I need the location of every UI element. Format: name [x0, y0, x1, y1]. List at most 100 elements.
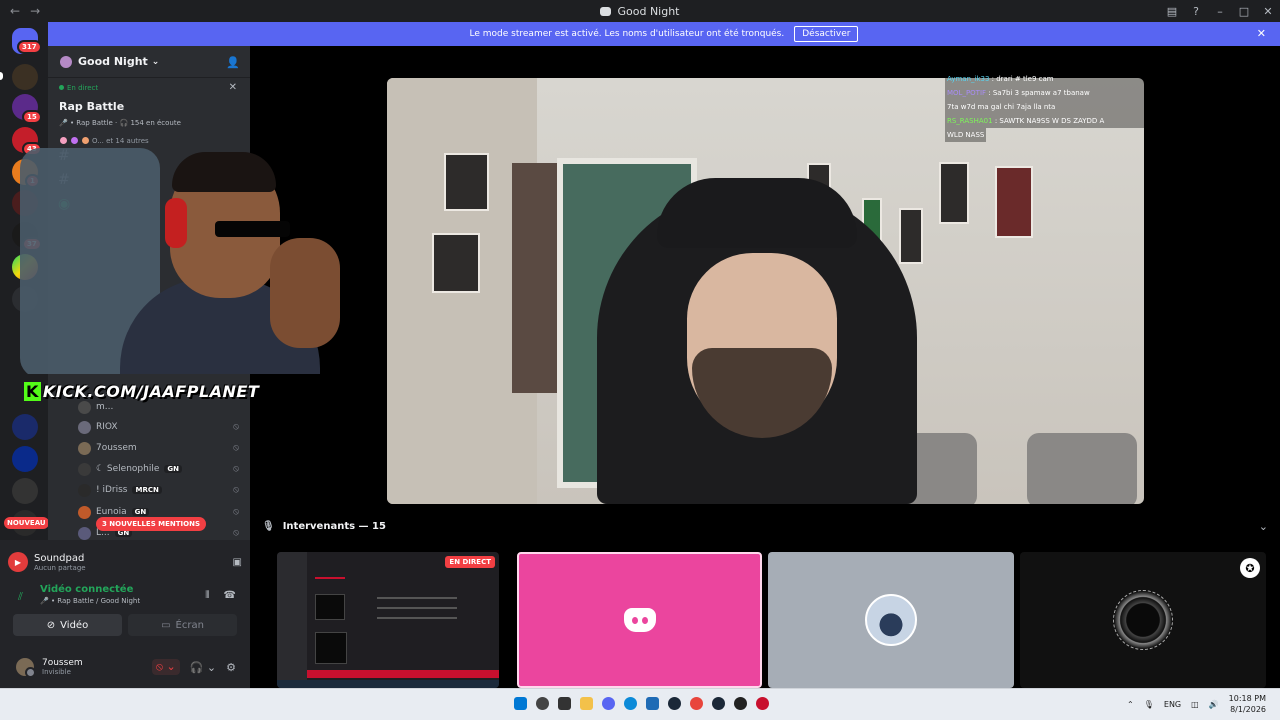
speaker-tile[interactable] — [517, 552, 762, 688]
user-info[interactable]: 7oussem Invisible — [42, 658, 83, 676]
dismiss-live-icon[interactable]: ✕ — [229, 82, 237, 93]
steam-icon[interactable] — [712, 697, 725, 710]
disable-streamer-button[interactable]: Désactiver — [794, 26, 859, 42]
new-mentions-button[interactable]: 3 NOUVELLES MENTIONS — [96, 517, 207, 531]
voice-controls: ⦀ ☎ — [205, 590, 236, 601]
server-header[interactable]: Good Night ⌄ 👤 — [48, 46, 250, 78]
banner-text: Le mode streamer est activé. Les noms d'… — [469, 29, 785, 39]
star-icon[interactable]: ✪ — [1240, 558, 1260, 578]
server-icon[interactable] — [12, 478, 38, 504]
member-row[interactable]: RIOX ⦸ — [78, 418, 243, 436]
cam-hand — [270, 238, 340, 348]
minimize-button[interactable]: – — [1208, 5, 1232, 18]
tile-preview-line — [377, 607, 457, 609]
language-indicator[interactable]: ENG — [1164, 700, 1181, 709]
invite-people-icon[interactable]: 👤 — [226, 56, 240, 69]
os-taskbar: ⌃ 🎙 ENG ◫ 🔊 10:18 PM 8/1/2026 — [0, 688, 1280, 720]
live-dot-icon — [59, 85, 64, 90]
taskbar-apps — [514, 697, 769, 710]
search-icon[interactable] — [536, 697, 549, 710]
headphones-icon: 🎧 — [119, 119, 129, 127]
cam-hair — [172, 152, 276, 192]
inbox-icon[interactable]: ▤ — [1160, 5, 1184, 18]
screen-share-icon[interactable]: ▣ — [233, 557, 242, 568]
chevron-down-icon: ⌄ — [151, 56, 160, 67]
maximize-button[interactable]: □ — [1232, 5, 1256, 18]
member-row[interactable]: ☾ Selenophile GN ⦸ — [78, 460, 243, 478]
user-status: Invisible — [42, 668, 71, 676]
discord-logo-icon — [600, 6, 612, 16]
chrome-icon[interactable] — [690, 697, 703, 710]
chat-message: 7ta w7d ma gal chi 7aja lla nta — [945, 100, 1145, 114]
muted-mic-icon[interactable]: ⦸ ⌄ — [151, 659, 180, 675]
app-icon[interactable] — [756, 697, 769, 710]
video-poster — [444, 153, 489, 211]
server-icon[interactable] — [12, 446, 38, 472]
screen-button[interactable]: ▭ Écran — [128, 614, 237, 636]
server-icon[interactable] — [12, 64, 38, 90]
signal-icon: ⫽ — [18, 590, 23, 603]
window-titlebar: ← → Good Night ▤ ? – □ ✕ — [0, 0, 1280, 22]
username: 7oussem — [42, 658, 83, 668]
clock-date: 8/1/2026 — [1230, 705, 1266, 714]
chevron-down-icon[interactable]: ⌄ — [1259, 520, 1268, 533]
new-badge[interactable]: NOUVEAU — [4, 517, 49, 529]
app-icon[interactable] — [646, 697, 659, 710]
video-pillow — [1027, 433, 1137, 504]
disconnect-icon[interactable]: ☎ — [224, 590, 236, 601]
muted-mic-icon: ⦸ — [233, 485, 239, 495]
video-button[interactable]: ⊘ Vidéo — [13, 614, 122, 636]
discord-app-icon[interactable] — [602, 697, 615, 710]
avatar[interactable] — [16, 658, 36, 678]
volume-icon[interactable]: 🔊 — [1209, 700, 1219, 709]
clock[interactable]: 10:18 PM 8/1/2026 — [1229, 693, 1266, 715]
member-row[interactable]: ! iDriss MRCN ⦸ — [78, 481, 243, 499]
windows-start-icon[interactable] — [514, 697, 527, 710]
activity-name: Soundpad — [34, 552, 85, 564]
stage-area: Ayman_ik33 : drari # tle9 cam MOL_POTIF … — [250, 46, 1280, 688]
tile-preview-line — [377, 617, 457, 619]
obs-icon[interactable] — [734, 697, 747, 710]
help-icon[interactable]: ? — [1184, 5, 1208, 18]
chevron-up-icon[interactable]: ⌃ — [1127, 700, 1134, 709]
speaker-tile[interactable] — [768, 552, 1014, 688]
soundpad-activity[interactable]: ▶ Soundpad Aucun partage ▣ — [8, 546, 242, 578]
dm-badge: 317 — [17, 40, 42, 54]
member-row[interactable]: 7oussem ⦸ — [78, 439, 243, 457]
file-explorer-icon[interactable] — [580, 697, 593, 710]
video-poster — [995, 166, 1033, 238]
task-view-icon[interactable] — [558, 697, 571, 710]
chat-message: RS_RASHA01 : SAWTK NA9SS W DS ZAYDD A — [945, 114, 1145, 128]
tile-preview-bar — [307, 670, 499, 678]
video-shutter — [512, 163, 557, 393]
edge-icon[interactable] — [624, 697, 637, 710]
play-icon: ▶ — [8, 552, 28, 572]
headphones-icon[interactable]: 🎧 ⌄ — [190, 661, 216, 674]
system-tray: ⌃ 🎙 ENG ◫ 🔊 10:18 PM 8/1/2026 — [1127, 693, 1266, 715]
kick-logo-icon: K — [24, 381, 41, 401]
tile-preview-sidebar — [277, 552, 307, 688]
stage-title[interactable]: Rap Battle — [59, 100, 124, 113]
activity-sub: Aucun partage — [34, 563, 86, 572]
wifi-icon[interactable]: ◫ — [1191, 700, 1199, 709]
live-badge: EN DIRECT — [445, 556, 495, 568]
speaker-tile-screenshare[interactable]: EN DIRECT — [277, 552, 499, 688]
chat-message: MOL_POTIF : Sa7bi 3 spamaw a7 tbanaw — [945, 86, 1145, 100]
video-poster — [899, 208, 923, 264]
noise-suppression-icon[interactable]: ⦀ — [205, 590, 209, 601]
stage-subtitle: 🎤 • Rap Battle · 🎧 154 en écoute — [59, 119, 181, 127]
muted-mic-icon: ⦸ — [233, 443, 239, 453]
close-window-button[interactable]: ✕ — [1256, 5, 1280, 18]
tile-preview-image — [315, 632, 347, 664]
speaker-tile[interactable]: ✪ — [1020, 552, 1266, 688]
member-avatar — [78, 505, 91, 519]
banner-close-icon[interactable]: ✕ — [1257, 27, 1266, 40]
gear-icon[interactable]: ⚙ — [226, 661, 236, 674]
server-icon[interactable] — [12, 414, 38, 440]
steam-icon[interactable] — [668, 697, 681, 710]
avatar — [865, 594, 917, 646]
video-poster — [939, 162, 969, 224]
microphone-icon[interactable]: 🎙 — [1144, 700, 1154, 709]
user-area: 7oussem Invisible ⦸ ⌄ 🎧 ⌄ ⚙ — [0, 646, 250, 688]
server-badge: 15 — [22, 110, 42, 124]
